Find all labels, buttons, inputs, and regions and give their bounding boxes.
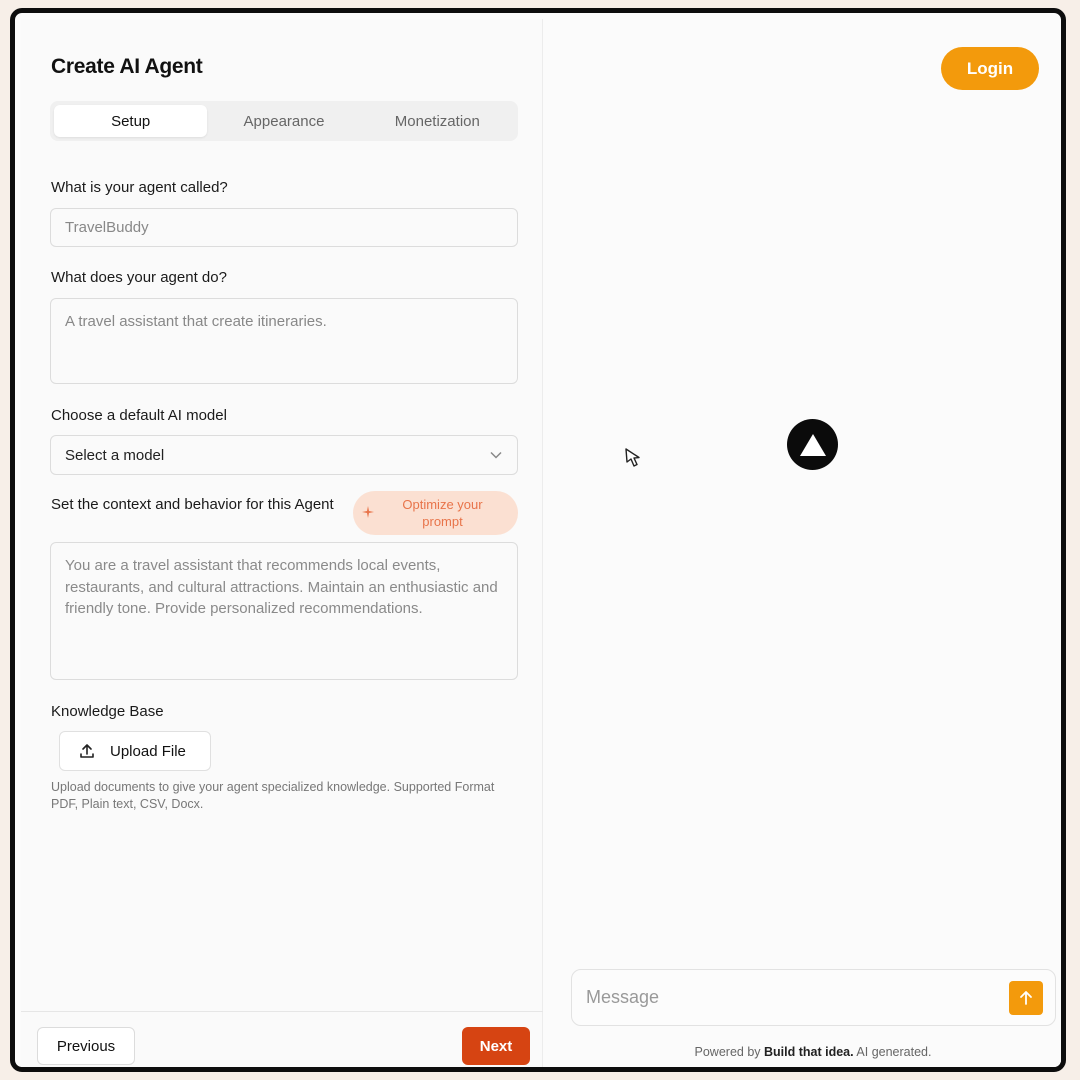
- upload-icon: [80, 744, 94, 758]
- triangle-logo-icon: [787, 419, 838, 470]
- upload-file-button[interactable]: Upload File: [59, 731, 211, 771]
- chat-preview-panel: Login Message Powered by Build that idea…: [543, 19, 1061, 1067]
- upload-help-text: Upload documents to give your agent spec…: [51, 780, 495, 811]
- app-window: Create AI Agent Setup Appearance Monetiz…: [10, 8, 1066, 1072]
- context-textarea[interactable]: You are a travel assistant that recommen…: [50, 542, 518, 680]
- powered-by-text: Powered by Build that idea. AI generated…: [543, 1045, 1061, 1059]
- previous-button[interactable]: Previous: [37, 1027, 135, 1065]
- optimize-prompt-button[interactable]: Optimize your prompt: [353, 491, 518, 535]
- agent-description-label: What does your agent do?: [51, 269, 227, 286]
- upload-file-label: Upload File: [110, 742, 186, 760]
- chevron-down-icon: [489, 448, 503, 462]
- powered-prefix: Powered by: [694, 1045, 761, 1059]
- context-label: Set the context and behavior for this Ag…: [51, 496, 334, 513]
- send-button[interactable]: [1009, 980, 1043, 1015]
- message-placeholder: Message: [586, 987, 660, 1007]
- optimize-prompt-label: Optimize your prompt: [402, 497, 483, 529]
- tab-bar: Setup Appearance Monetization: [50, 101, 518, 141]
- page-title: Create AI Agent: [51, 55, 203, 78]
- powered-suffix: AI generated.: [856, 1045, 932, 1059]
- model-select-value: Select a model: [65, 446, 165, 464]
- knowledge-base-label: Knowledge Base: [51, 703, 164, 720]
- tab-setup[interactable]: Setup: [54, 105, 208, 137]
- arrow-up-icon: [1020, 990, 1032, 1005]
- tab-monetization[interactable]: Monetization: [361, 105, 514, 137]
- agent-name-input[interactable]: TravelBuddy: [50, 208, 518, 247]
- footer-divider: [21, 1011, 543, 1012]
- next-button[interactable]: Next: [462, 1027, 530, 1065]
- login-button[interactable]: Login: [941, 47, 1039, 90]
- message-input[interactable]: Message: [571, 969, 1056, 1026]
- agent-form-panel: Create AI Agent Setup Appearance Monetiz…: [21, 19, 543, 1067]
- powered-brand-link[interactable]: Build that idea.: [764, 1045, 854, 1059]
- agent-description-textarea[interactable]: A travel assistant that create itinerari…: [50, 298, 518, 384]
- model-label: Choose a default AI model: [51, 407, 227, 424]
- pointer-cursor-icon: [625, 448, 640, 467]
- agent-name-label: What is your agent called?: [51, 179, 228, 196]
- sparkle-icon: [362, 506, 374, 518]
- model-select[interactable]: Select a model: [50, 435, 518, 475]
- tab-appearance[interactable]: Appearance: [207, 105, 360, 137]
